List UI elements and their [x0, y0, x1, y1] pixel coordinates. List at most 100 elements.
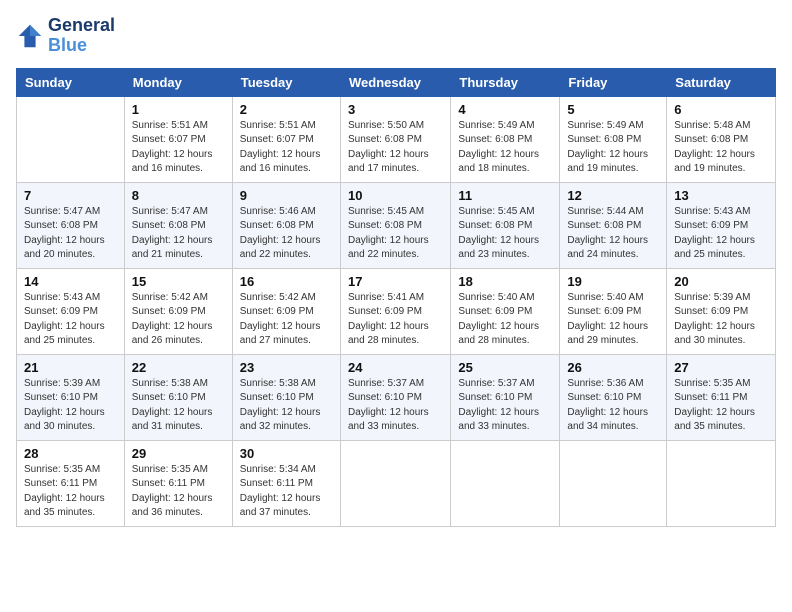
calendar-cell [17, 96, 125, 182]
day-info: Sunrise: 5:49 AM Sunset: 6:08 PM Dayligh… [458, 119, 552, 177]
day-number: 8 [132, 188, 225, 203]
calendar-cell: 18 Sunrise: 5:40 AM Sunset: 6:09 PM Dayli… [451, 268, 560, 354]
day-number: 30 [240, 446, 333, 461]
calendar-cell: 10 Sunrise: 5:45 AM Sunset: 6:08 PM Dayli… [340, 182, 450, 268]
day-info: Sunrise: 5:46 AM Sunset: 6:08 PM Dayligh… [240, 205, 333, 263]
day-header-thursday: Thursday [451, 68, 560, 96]
day-number: 25 [458, 360, 552, 375]
day-header-wednesday: Wednesday [340, 68, 450, 96]
day-info: Sunrise: 5:48 AM Sunset: 6:08 PM Dayligh… [674, 119, 768, 177]
page-header: General Blue [16, 16, 776, 56]
calendar-cell: 22Sunrise: 5:38 AM Sunset: 6:10 PM Dayli… [124, 354, 232, 440]
day-info: Sunrise: 5:42 AM Sunset: 6:09 PM Dayligh… [240, 291, 333, 349]
calendar-cell [340, 440, 450, 526]
calendar-cell: 25Sunrise: 5:37 AM Sunset: 6:10 PM Dayli… [451, 354, 560, 440]
calendar-cell: 19Sunrise: 5:40 AM Sunset: 6:09 PM Dayli… [560, 268, 667, 354]
calendar-cell: 11 Sunrise: 5:45 AM Sunset: 6:08 PM Dayli… [451, 182, 560, 268]
day-number: 22 [132, 360, 225, 375]
calendar-cell: 12Sunrise: 5:44 AM Sunset: 6:08 PM Dayli… [560, 182, 667, 268]
day-info: Sunrise: 5:36 AM Sunset: 6:10 PM Dayligh… [567, 377, 659, 435]
day-info: Sunrise: 5:40 AM Sunset: 6:09 PM Dayligh… [458, 291, 552, 349]
day-number: 2 [240, 102, 333, 117]
day-info: Sunrise: 5:43 AM Sunset: 6:09 PM Dayligh… [24, 291, 117, 349]
day-info: Sunrise: 5:42 AM Sunset: 6:09 PM Dayligh… [132, 291, 225, 349]
day-number: 10 [348, 188, 443, 203]
calendar-cell: 3 Sunrise: 5:50 AM Sunset: 6:08 PM Daylig… [340, 96, 450, 182]
day-number: 7 [24, 188, 117, 203]
calendar-table: SundayMondayTuesdayWednesdayThursdayFrid… [16, 68, 776, 527]
calendar-cell [667, 440, 776, 526]
day-info: Sunrise: 5:44 AM Sunset: 6:08 PM Dayligh… [567, 205, 659, 263]
day-info: Sunrise: 5:47 AM Sunset: 6:08 PM Dayligh… [132, 205, 225, 263]
day-info: Sunrise: 5:35 AM Sunset: 6:11 PM Dayligh… [24, 463, 117, 521]
day-number: 18 [458, 274, 552, 289]
calendar-cell: 7Sunrise: 5:47 AM Sunset: 6:08 PM Daylig… [17, 182, 125, 268]
day-info: Sunrise: 5:45 AM Sunset: 6:08 PM Dayligh… [348, 205, 443, 263]
day-info: Sunrise: 5:39 AM Sunset: 6:10 PM Dayligh… [24, 377, 117, 435]
day-number: 16 [240, 274, 333, 289]
day-header-tuesday: Tuesday [232, 68, 340, 96]
day-number: 9 [240, 188, 333, 203]
day-info: Sunrise: 5:51 AM Sunset: 6:07 PM Dayligh… [132, 119, 225, 177]
calendar-cell: 28 Sunrise: 5:35 AM Sunset: 6:11 PM Dayli… [17, 440, 125, 526]
calendar-cell [560, 440, 667, 526]
day-number: 23 [240, 360, 333, 375]
day-header-friday: Friday [560, 68, 667, 96]
day-number: 20 [674, 274, 768, 289]
day-header-monday: Monday [124, 68, 232, 96]
calendar-cell: 1 Sunrise: 5:51 AM Sunset: 6:07 PM Daylig… [124, 96, 232, 182]
day-number: 5 [567, 102, 659, 117]
logo-icon [16, 22, 44, 50]
logo: General Blue [16, 16, 115, 56]
day-info: Sunrise: 5:35 AM Sunset: 6:11 PM Dayligh… [674, 377, 768, 435]
day-info: Sunrise: 5:34 AM Sunset: 6:11 PM Dayligh… [240, 463, 333, 521]
day-info: Sunrise: 5:35 AM Sunset: 6:11 PM Dayligh… [132, 463, 225, 521]
calendar-cell: 27 Sunrise: 5:35 AM Sunset: 6:11 PM Dayli… [667, 354, 776, 440]
calendar-cell: 13Sunrise: 5:43 AM Sunset: 6:09 PM Dayli… [667, 182, 776, 268]
logo-text: General Blue [48, 16, 115, 56]
week-row-3: 14 Sunrise: 5:43 AM Sunset: 6:09 PM Dayli… [17, 268, 776, 354]
calendar-cell: 17 Sunrise: 5:41 AM Sunset: 6:09 PM Dayli… [340, 268, 450, 354]
day-info: Sunrise: 5:45 AM Sunset: 6:08 PM Dayligh… [458, 205, 552, 263]
calendar-cell: 4 Sunrise: 5:49 AM Sunset: 6:08 PM Daylig… [451, 96, 560, 182]
calendar-cell: 26 Sunrise: 5:36 AM Sunset: 6:10 PM Dayli… [560, 354, 667, 440]
calendar-cell: 9 Sunrise: 5:46 AM Sunset: 6:08 PM Daylig… [232, 182, 340, 268]
day-number: 17 [348, 274, 443, 289]
day-info: Sunrise: 5:37 AM Sunset: 6:10 PM Dayligh… [348, 377, 443, 435]
week-row-5: 28 Sunrise: 5:35 AM Sunset: 6:11 PM Dayli… [17, 440, 776, 526]
day-number: 28 [24, 446, 117, 461]
day-number: 26 [567, 360, 659, 375]
calendar-cell: 14 Sunrise: 5:43 AM Sunset: 6:09 PM Dayli… [17, 268, 125, 354]
day-info: Sunrise: 5:43 AM Sunset: 6:09 PM Dayligh… [674, 205, 768, 263]
day-header-sunday: Sunday [17, 68, 125, 96]
day-number: 19 [567, 274, 659, 289]
day-number: 24 [348, 360, 443, 375]
day-header-saturday: Saturday [667, 68, 776, 96]
calendar-cell: 8 Sunrise: 5:47 AM Sunset: 6:08 PM Daylig… [124, 182, 232, 268]
calendar-cell: 2Sunrise: 5:51 AM Sunset: 6:07 PM Daylig… [232, 96, 340, 182]
day-number: 4 [458, 102, 552, 117]
calendar-cell: 20 Sunrise: 5:39 AM Sunset: 6:09 PM Dayli… [667, 268, 776, 354]
day-number: 27 [674, 360, 768, 375]
calendar-cell: 23 Sunrise: 5:38 AM Sunset: 6:10 PM Dayli… [232, 354, 340, 440]
day-info: Sunrise: 5:38 AM Sunset: 6:10 PM Dayligh… [240, 377, 333, 435]
calendar-cell: 24 Sunrise: 5:37 AM Sunset: 6:10 PM Dayli… [340, 354, 450, 440]
day-number: 3 [348, 102, 443, 117]
day-number: 15 [132, 274, 225, 289]
day-number: 29 [132, 446, 225, 461]
day-info: Sunrise: 5:50 AM Sunset: 6:08 PM Dayligh… [348, 119, 443, 177]
week-row-2: 7 Sunrise: 5:47 AM Sunset: 6:08 PM Daylig… [17, 182, 776, 268]
day-info: Sunrise: 5:41 AM Sunset: 6:09 PM Dayligh… [348, 291, 443, 349]
day-number: 11 [458, 188, 552, 203]
calendar-cell: 16 Sunrise: 5:42 AM Sunset: 6:09 PM Dayli… [232, 268, 340, 354]
day-number: 14 [24, 274, 117, 289]
calendar-cell: 5Sunrise: 5:49 AM Sunset: 6:08 PM Daylig… [560, 96, 667, 182]
day-info: Sunrise: 5:39 AM Sunset: 6:09 PM Dayligh… [674, 291, 768, 349]
calendar-cell: 30 Sunrise: 5:34 AM Sunset: 6:11 PM Dayli… [232, 440, 340, 526]
day-number: 6 [674, 102, 768, 117]
week-row-4: 21Sunrise: 5:39 AM Sunset: 6:10 PM Dayli… [17, 354, 776, 440]
calendar-cell: 15 Sunrise: 5:42 AM Sunset: 6:09 PM Dayli… [124, 268, 232, 354]
day-number: 1 [132, 102, 225, 117]
calendar-header-row: SundayMondayTuesdayWednesdayThursdayFrid… [17, 68, 776, 96]
calendar-cell: 6 Sunrise: 5:48 AM Sunset: 6:08 PM Daylig… [667, 96, 776, 182]
